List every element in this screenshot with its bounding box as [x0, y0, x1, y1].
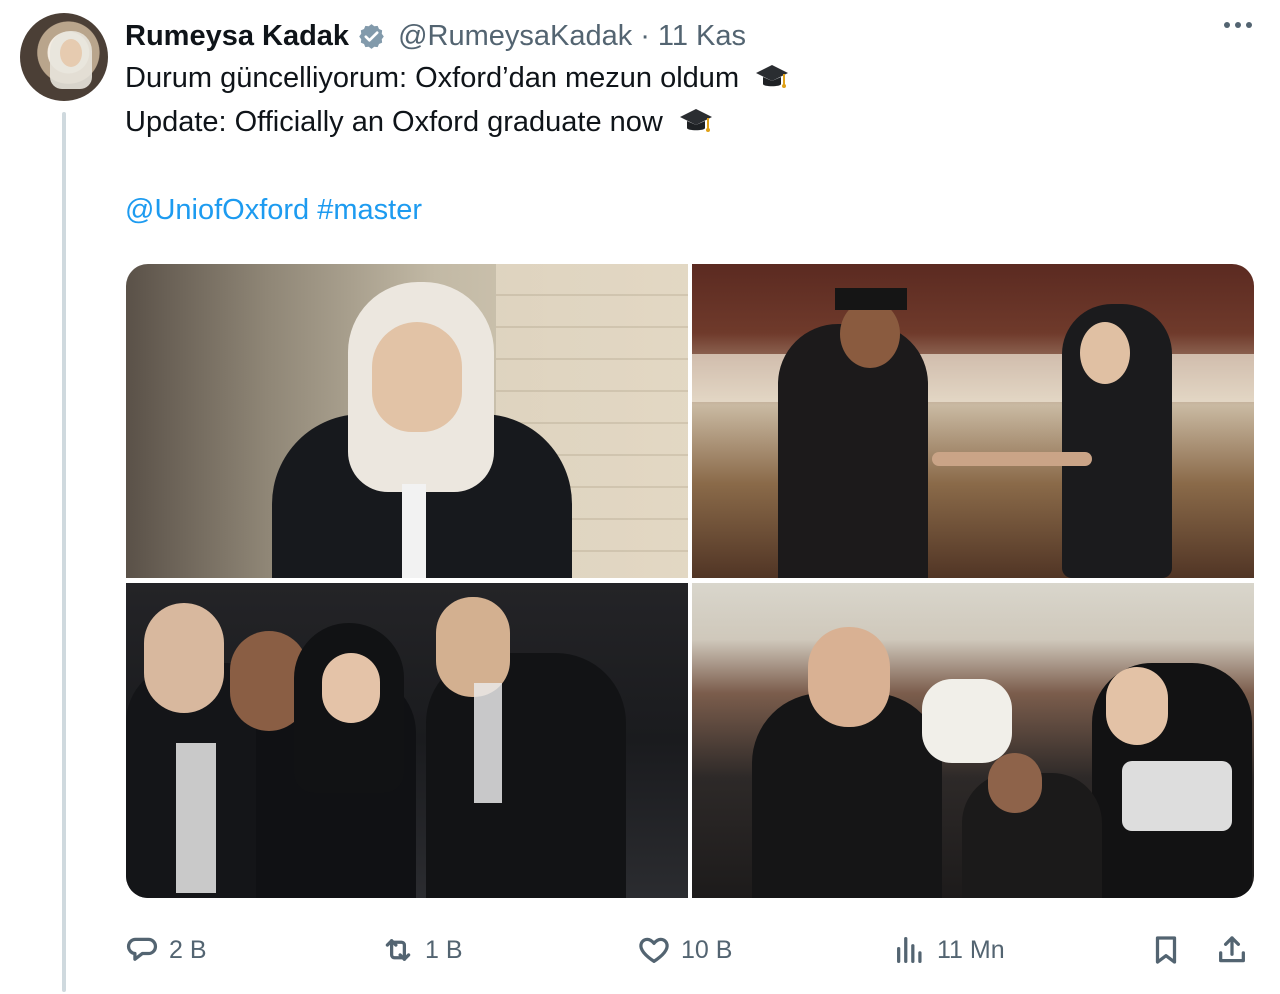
- tweet-date[interactable]: 11 Kas: [658, 20, 746, 53]
- author-handle[interactable]: @RumeysaKadak: [398, 20, 632, 53]
- tweet-text-line-2: Update: Officially an Oxford graduate no…: [125, 106, 713, 139]
- retweet-icon: [385, 939, 411, 961]
- photo-portrait[interactable]: [126, 264, 688, 578]
- graduation-cap-emoji: [679, 109, 712, 132]
- avatar-face: [60, 39, 82, 67]
- bookmark-icon: [1155, 936, 1177, 964]
- reply-icon: [126, 937, 158, 961]
- photo-ceremony-seated[interactable]: [126, 583, 688, 898]
- tweet-mentions-hashtags[interactable]: @UniofOxford #master: [125, 194, 422, 227]
- views-count: 11 Mn: [937, 935, 1005, 964]
- views-icon: [897, 937, 922, 963]
- like-button[interactable]: 10 B: [637, 928, 732, 972]
- bookmark-button[interactable]: [1149, 928, 1183, 972]
- tweet-actions: 2 B 1 B 10 B 11 Mn: [125, 928, 1255, 972]
- like-count: 10 B: [681, 935, 733, 964]
- retweet-button[interactable]: 1 B: [381, 928, 463, 972]
- media-grid: [126, 264, 1254, 898]
- tweet-text-turkish: Durum güncelliyorum: Oxford’dan mezun ol…: [125, 62, 740, 94]
- tweet-header: Rumeysa Kadak @RumeysaKadak · 11 Kas: [125, 16, 746, 56]
- retweet-count: 1 B: [425, 935, 463, 964]
- photo-ceremony-greeting[interactable]: [692, 583, 1254, 898]
- photo-handshake[interactable]: [692, 264, 1254, 578]
- reply-button[interactable]: 2 B: [125, 928, 207, 972]
- more-options-icon[interactable]: [1224, 22, 1252, 28]
- graduation-cap-emoji: [756, 65, 789, 88]
- share-icon: [1219, 936, 1245, 963]
- share-button[interactable]: [1215, 928, 1249, 972]
- reply-count: 2 B: [169, 935, 207, 964]
- views-button[interactable]: 11 Mn: [893, 928, 1005, 972]
- tweet-text-line-1: Durum güncelliyorum: Oxford’dan mezun ol…: [125, 62, 789, 95]
- verified-badge-icon: [359, 23, 384, 49]
- author-avatar[interactable]: [20, 13, 108, 101]
- tweet-text-english: Update: Officially an Oxford graduate no…: [125, 106, 663, 138]
- like-icon: [639, 937, 669, 963]
- header-separator: ·: [640, 19, 650, 52]
- author-name[interactable]: Rumeysa Kadak: [125, 20, 349, 53]
- thread-line: [62, 112, 66, 992]
